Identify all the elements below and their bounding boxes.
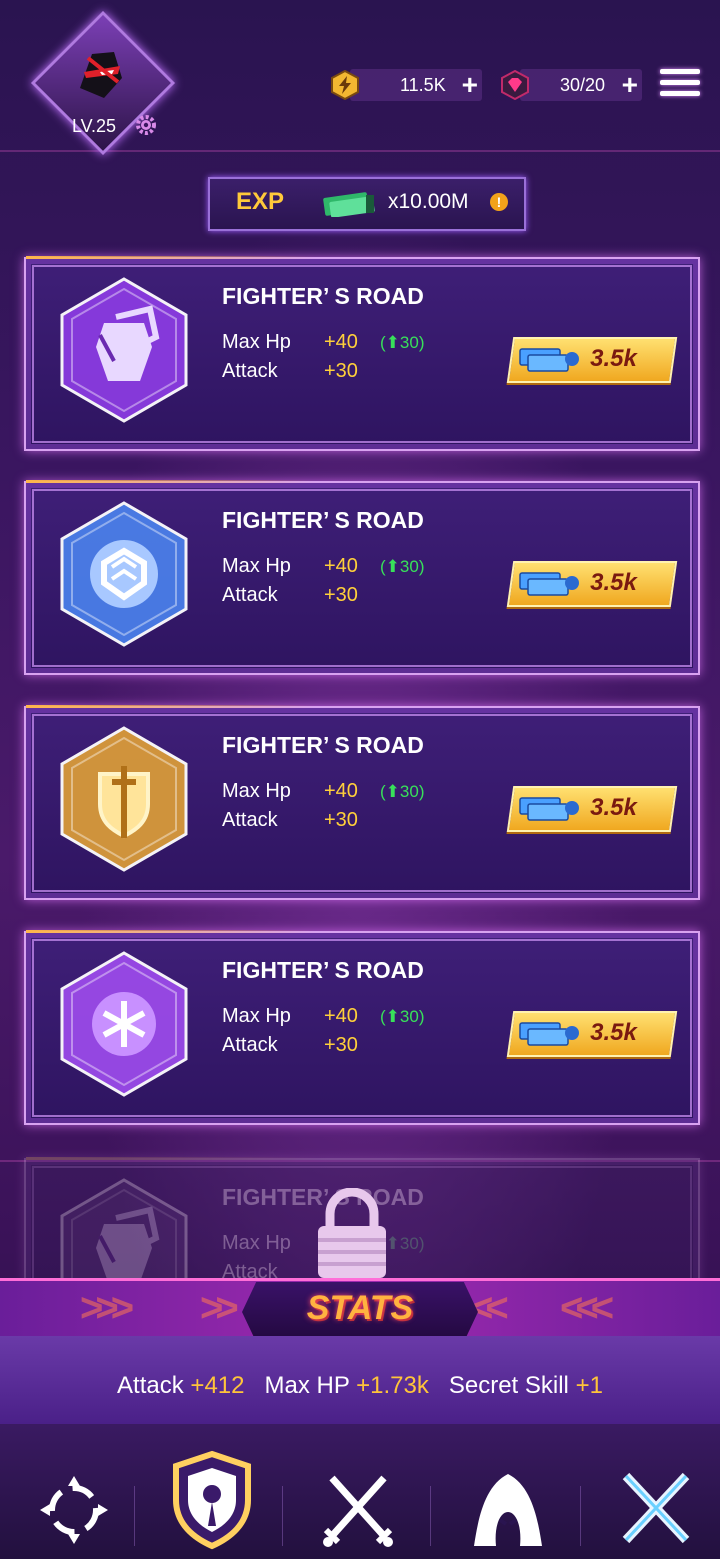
energy-counter: 11.5K + xyxy=(350,69,482,101)
energy-value: 11.5K xyxy=(400,74,446,95)
stats-maxhp-value: +1.73k xyxy=(356,1372,429,1399)
attack-value: +30 xyxy=(324,360,358,382)
max-hp-bonus: (⬆30) xyxy=(380,782,425,801)
upgrade-cost-button[interactable]: 3.5k xyxy=(506,1011,678,1057)
stats-attack-value: +412 xyxy=(190,1372,245,1399)
crossed-blades-icon[interactable] xyxy=(616,1470,696,1550)
warning-icon[interactable]: ! xyxy=(490,193,508,211)
attack-label: Attack xyxy=(222,584,278,606)
attack-label: Attack xyxy=(222,1034,278,1056)
sword-shield-icon xyxy=(60,726,188,872)
max-hp-label: Max Hp xyxy=(222,555,291,577)
max-hp-bonus: (⬆30) xyxy=(380,557,425,576)
energy-icon xyxy=(331,70,359,100)
upgrade-cost-value: 3.5k xyxy=(590,1019,637,1046)
upgrade-cost-value: 3.5k xyxy=(590,345,637,372)
ticket-icon xyxy=(519,797,579,821)
card-accent-line xyxy=(26,705,316,708)
snowflake-icon xyxy=(60,951,188,1097)
upgrade-cost-button[interactable]: 3.5k xyxy=(506,561,678,607)
stats-maxhp-label: Max HP xyxy=(264,1372,350,1399)
exp-value: x10.00M xyxy=(388,190,469,213)
max-hp-value: +40 xyxy=(324,780,358,802)
stats-secret-label: Secret Skill xyxy=(448,1372,569,1399)
lock-icon xyxy=(318,1188,386,1278)
upgrade-cost-value: 3.5k xyxy=(590,794,637,821)
ticket-icon xyxy=(519,572,579,596)
attack-value: +30 xyxy=(324,809,358,831)
card-accent-line xyxy=(26,480,316,483)
attack-label: Attack xyxy=(222,809,278,831)
card-accent-line xyxy=(26,1157,316,1160)
stats-summary: Attack +412 Max HP +1.73k Secret Skill +… xyxy=(0,1372,720,1400)
exp-label: EXP xyxy=(236,188,285,215)
max-hp-value: +40 xyxy=(324,331,358,353)
gem-value: 30/20 xyxy=(560,74,606,95)
target-icon[interactable] xyxy=(34,1470,114,1550)
upgrade-card[interactable]: FIGHTER’ S ROAD Max Hp +40 (⬆30) Attack … xyxy=(24,930,700,1125)
gear-icon[interactable] xyxy=(134,113,158,137)
upgrade-cost-button[interactable]: 3.5k xyxy=(506,786,678,832)
crossed-swords-icon[interactable] xyxy=(318,1470,398,1550)
fist-emblem-icon xyxy=(60,277,188,423)
ninja-avatar-icon xyxy=(80,52,122,98)
attack-label: Attack xyxy=(222,360,278,382)
card-title: FIGHTER’ S ROAD xyxy=(222,957,424,983)
upgrade-cost-button[interactable]: 3.5k xyxy=(506,337,678,383)
card-title: FIGHTER’ S ROAD xyxy=(222,283,424,309)
hood-icon[interactable] xyxy=(468,1470,548,1550)
card-title: FIGHTER’ S ROAD xyxy=(222,732,424,758)
max-hp-label: Max Hp xyxy=(222,331,291,353)
card-accent-line xyxy=(26,930,316,933)
max-hp-value: +40 xyxy=(324,1005,358,1027)
add-gem-button[interactable]: + xyxy=(622,71,638,99)
menu-icon[interactable] xyxy=(660,69,700,103)
attack-value: +30 xyxy=(324,584,358,606)
max-hp-label: Max Hp xyxy=(222,1232,291,1254)
upgrade-card[interactable]: FIGHTER’ S ROAD Max Hp +40 (⬆30) Attack … xyxy=(24,705,700,900)
ticket-icon xyxy=(519,348,579,372)
ticket-icon xyxy=(519,1022,579,1046)
shield-crest-icon xyxy=(60,501,188,647)
upgrade-card[interactable]: FIGHTER’ S ROAD Max Hp +40 (⬆30) Attack … xyxy=(24,256,700,451)
card-title: FIGHTER’ S ROAD xyxy=(222,507,424,533)
add-energy-button[interactable]: + xyxy=(462,71,478,99)
stats-title: STATS xyxy=(306,1289,414,1327)
gem-icon xyxy=(501,70,529,100)
player-level: LV.25 xyxy=(72,116,117,136)
upgrade-card[interactable]: FIGHTER’ S ROAD Max Hp +40 (⬆30) Attack … xyxy=(24,480,700,675)
max-hp-label: Max Hp xyxy=(222,1005,291,1027)
max-hp-label: Max Hp xyxy=(222,780,291,802)
card-accent-line xyxy=(26,256,316,259)
exp-ticket-icon xyxy=(323,192,375,217)
max-hp-value: +40 xyxy=(324,555,358,577)
max-hp-bonus: (⬆30) xyxy=(380,1007,425,1026)
exp-bar: EXP x10.00M ! xyxy=(208,177,526,231)
stats-secret-value: +1 xyxy=(575,1372,603,1399)
shield-icon[interactable] xyxy=(170,1450,254,1550)
upgrade-cost-value: 3.5k xyxy=(590,569,637,596)
gem-counter: 30/20 + xyxy=(520,69,642,101)
stats-attack-label: Attack xyxy=(117,1372,184,1399)
max-hp-bonus: (⬆30) xyxy=(380,333,425,352)
attack-value: +30 xyxy=(324,1034,358,1056)
